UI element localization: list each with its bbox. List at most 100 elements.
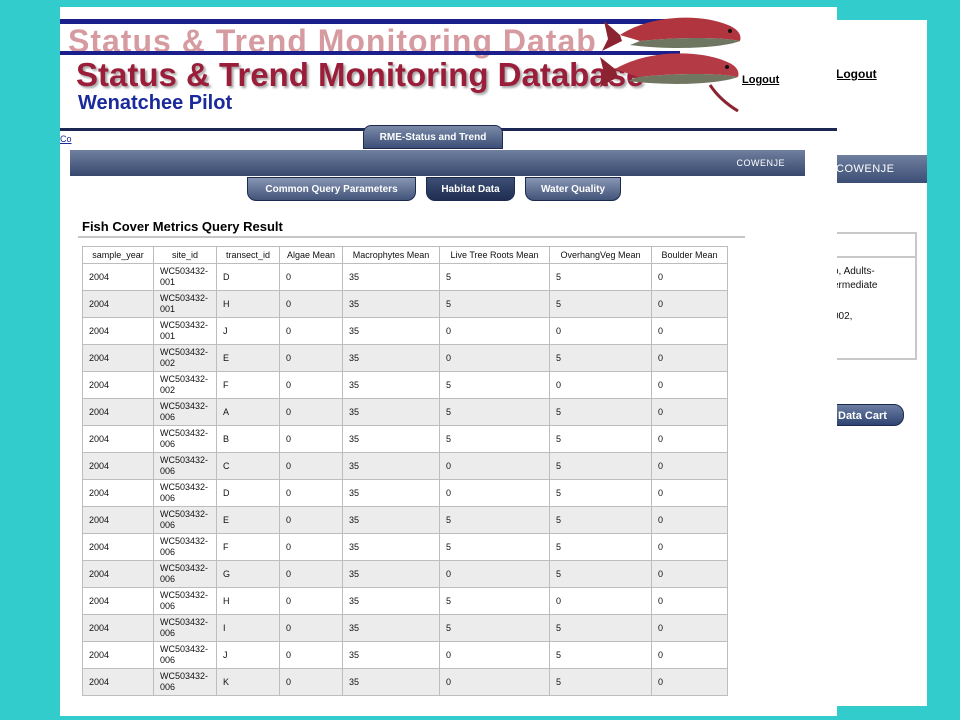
table-row: 2004 WC503432- 006 G 0 35 0 5 0 [82,560,728,588]
table-cell: 2004 [82,317,154,345]
main-window: Status & Trend Monitoring Datab Status &… [60,7,837,716]
table-cell: 5 [439,587,550,615]
table-row: 2004 WC503432- 001 H 0 35 5 5 0 [82,290,728,318]
table-cell: 0 [549,587,652,615]
table-cell: 2004 [82,263,154,291]
table-cell: 0 [651,290,728,318]
table-cell: 5 [439,290,550,318]
column-header[interactable]: site_id [153,246,217,264]
table-cell: 0 [279,560,343,588]
table-cell: 0 [279,452,343,480]
table-row: 2004 WC503432- 002 F 0 35 5 0 0 [82,371,728,399]
column-header[interactable]: sample_year [82,246,154,264]
back-logout-link[interactable]: Logout [836,67,877,81]
table-row: 2004 WC503432- 001 D 0 35 5 5 0 [82,263,728,291]
table-cell: 0 [651,263,728,291]
table-cell: WC503432- 006 [153,452,217,480]
table-cell: WC503432- 006 [153,479,217,507]
table-cell: 5 [549,425,652,453]
column-header[interactable]: Macrophytes Mean [342,246,440,264]
result-table: sample_year site_id transect_id Algae Me… [82,246,728,696]
table-cell: 5 [439,533,550,561]
side-link-fragment[interactable]: Co [60,134,72,144]
table-cell: 0 [651,668,728,696]
table-cell: 2004 [82,614,154,642]
table-cell: 0 [549,317,652,345]
column-header[interactable]: transect_id [216,246,280,264]
table-cell: 35 [342,533,440,561]
table-cell: 35 [342,371,440,399]
table-cell: 2004 [82,641,154,669]
table-cell: 35 [342,290,440,318]
table-cell: 0 [651,425,728,453]
table-cell: 0 [651,641,728,669]
table-cell: F [216,533,280,561]
result-divider [78,236,745,238]
table-cell: 5 [439,425,550,453]
logout-link[interactable]: Logout [742,74,779,86]
table-cell: 5 [549,479,652,507]
table-cell: 2004 [82,425,154,453]
table-cell: 5 [549,506,652,534]
table-cell: 35 [342,425,440,453]
tab-common-query-parameters[interactable]: Common Query Parameters [247,177,416,201]
page-subtitle: Wenatchee Pilot [78,92,233,114]
table-cell: WC503432- 006 [153,398,217,426]
table-row: 2004 WC503432- 006 E 0 35 5 5 0 [82,506,728,534]
table-row: 2004 WC503432- 006 K 0 35 0 5 0 [82,668,728,696]
table-cell: 2004 [82,560,154,588]
table-cell: K [216,668,280,696]
column-header[interactable]: Live Tree Roots Mean [439,246,550,264]
table-row: 2004 WC503432- 006 F 0 35 5 5 0 [82,533,728,561]
back-user-label: COWENJE [836,163,895,175]
table-cell: 35 [342,263,440,291]
table-cell: 5 [439,614,550,642]
table-cell: 0 [439,479,550,507]
table-cell: 0 [279,398,343,426]
table-cell: 0 [279,425,343,453]
table-cell: 35 [342,479,440,507]
table-cell: 5 [549,263,652,291]
table-cell: H [216,587,280,615]
data-cart-button[interactable]: Data Cart [834,404,904,426]
table-cell: 0 [279,506,343,534]
table-cell: D [216,479,280,507]
tab-water-quality[interactable]: Water Quality [525,177,621,201]
table-cell: WC503432- 006 [153,560,217,588]
table-cell: 0 [279,344,343,372]
table-cell: 5 [549,344,652,372]
table-cell: 2004 [82,344,154,372]
table-cell: 0 [279,317,343,345]
tab-rme-status-and-trend[interactable]: RME-Status and Trend [363,125,503,149]
table-cell: F [216,371,280,399]
table-cell: B [216,425,280,453]
column-header[interactable]: OverhangVeg Mean [549,246,652,264]
back-text-fragment: ermediate [833,280,878,291]
table-cell: 0 [651,398,728,426]
column-header[interactable]: Algae Mean [279,246,343,264]
table-cell: 35 [342,506,440,534]
table-cell: 5 [549,641,652,669]
table-row: 2004 WC503432- 006 H 0 35 5 0 0 [82,587,728,615]
page-title: Status & Trend Monitoring Database [76,56,645,93]
table-cell: 0 [279,641,343,669]
table-cell: 5 [549,398,652,426]
table-cell: 35 [342,317,440,345]
table-cell: 35 [342,641,440,669]
table-row: 2004 WC503432- 001 J 0 35 0 0 0 [82,317,728,345]
table-cell: 0 [651,452,728,480]
table-cell: 35 [342,614,440,642]
table-cell: 0 [279,587,343,615]
table-cell: 0 [439,317,550,345]
tab-habitat-data[interactable]: Habitat Data [426,177,515,201]
table-cell: 35 [342,452,440,480]
result-title: Fish Cover Metrics Query Result [82,219,283,234]
table-cell: WC503432- 006 [153,533,217,561]
table-cell: G [216,560,280,588]
column-header[interactable]: Boulder Mean [651,246,728,264]
table-cell: 2004 [82,479,154,507]
table-cell: 5 [439,371,550,399]
table-cell: 2004 [82,506,154,534]
table-cell: WC503432- 001 [153,317,217,345]
table-cell: D [216,263,280,291]
